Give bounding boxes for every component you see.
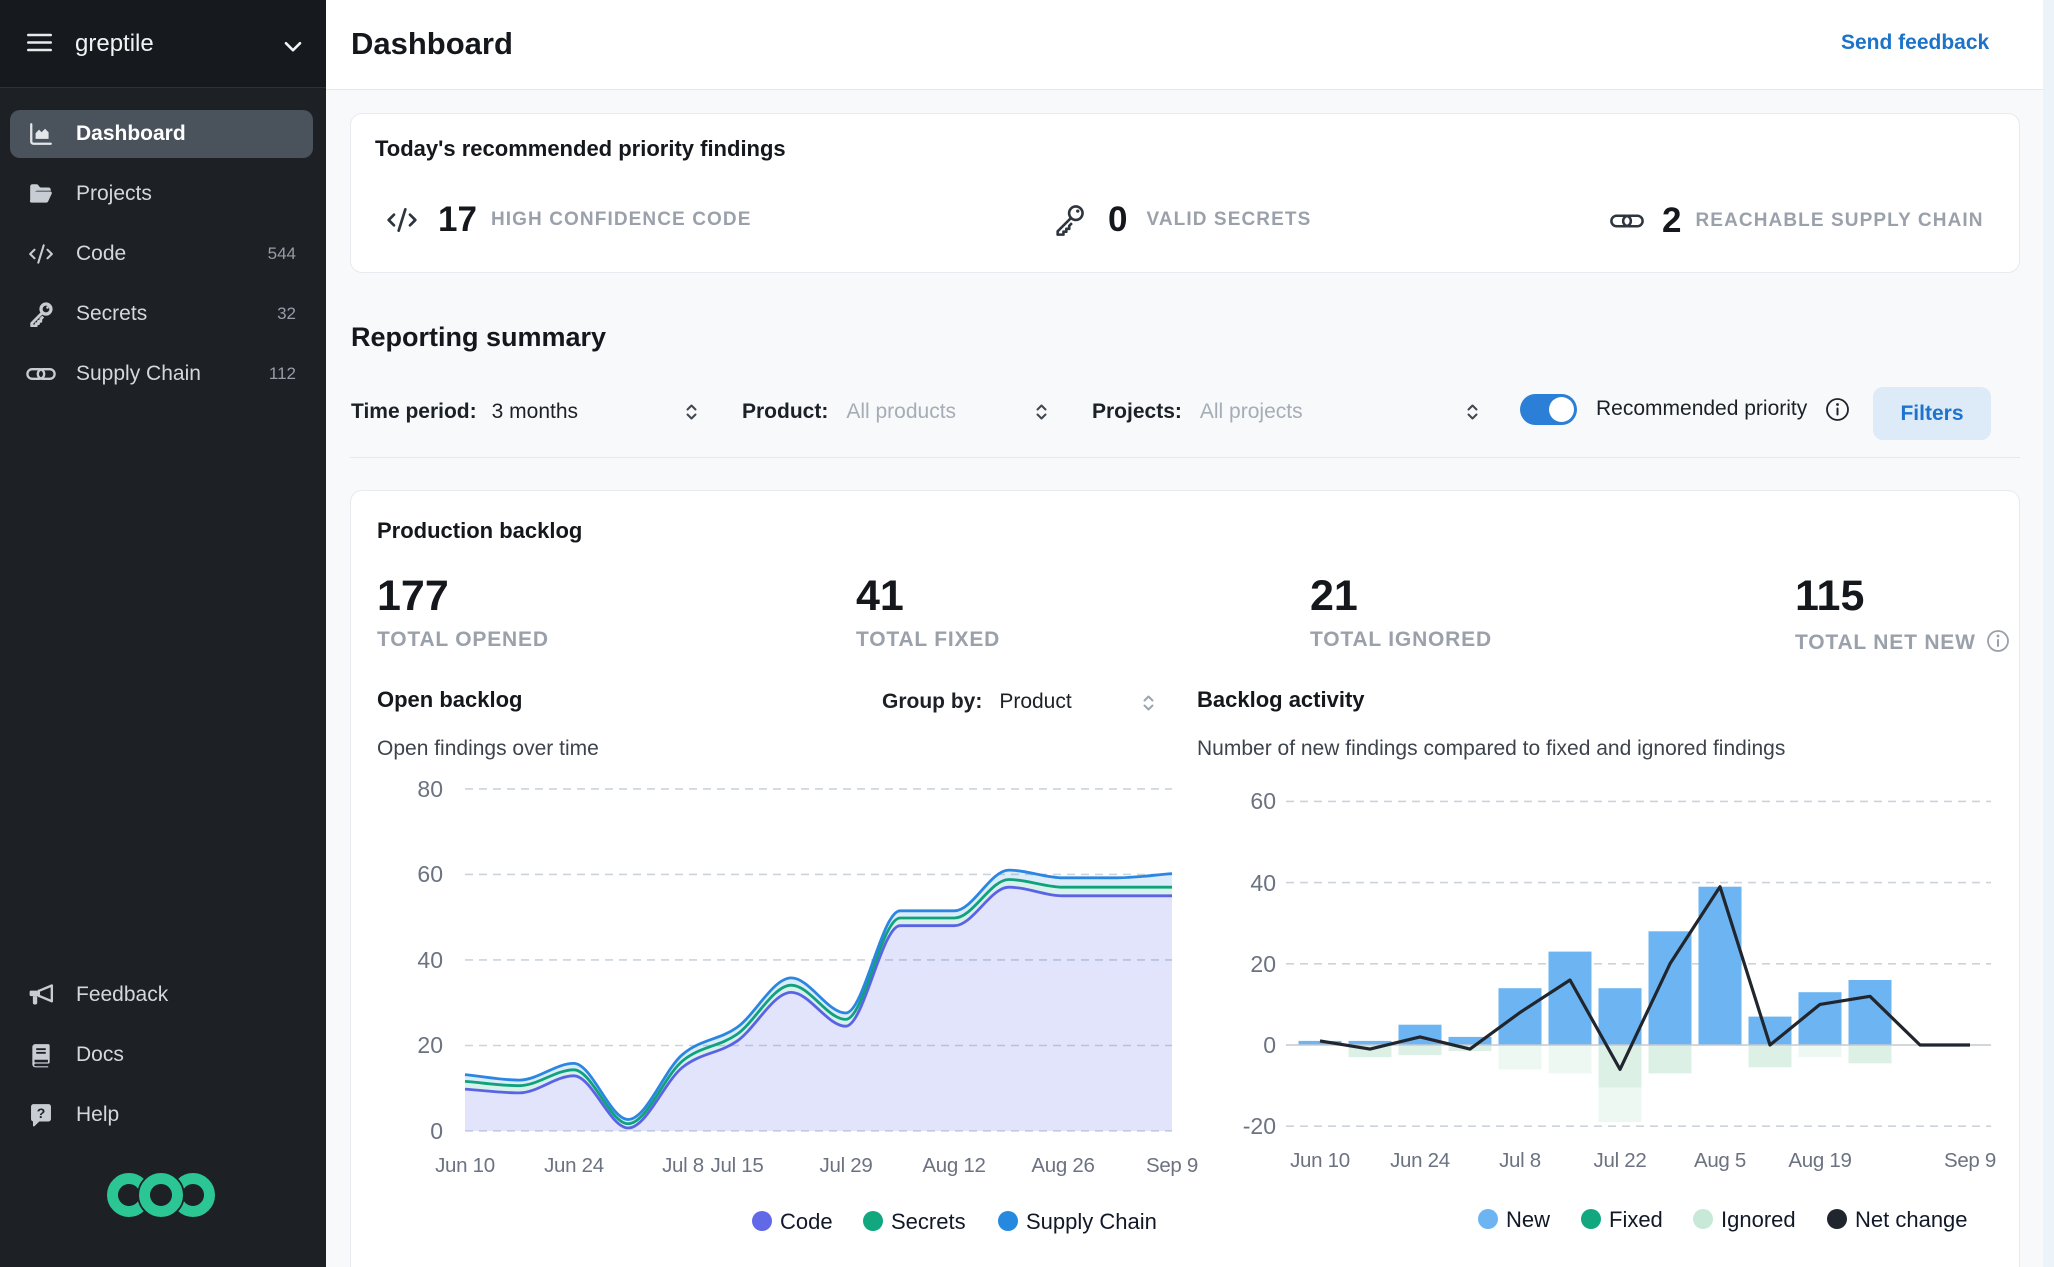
svg-text:20: 20: [417, 1032, 443, 1058]
svg-text:0: 0: [1263, 1032, 1276, 1058]
svg-text:-20: -20: [1243, 1113, 1276, 1139]
svg-text:Aug 5: Aug 5: [1694, 1149, 1746, 1172]
svg-text:40: 40: [417, 947, 443, 973]
svg-text:0: 0: [430, 1118, 443, 1144]
svg-text:Jun 10: Jun 10: [1290, 1149, 1350, 1172]
svg-text:40: 40: [1250, 870, 1276, 896]
svg-text:Jul 15: Jul 15: [711, 1154, 764, 1177]
svg-text:?: ?: [37, 1105, 46, 1121]
svg-text:60: 60: [417, 861, 443, 887]
svg-text:Aug 19: Aug 19: [1788, 1149, 1851, 1172]
svg-text:Fixed: Fixed: [1609, 1207, 1663, 1232]
svg-text:Jun 24: Jun 24: [544, 1154, 604, 1177]
svg-text:Aug 12: Aug 12: [922, 1154, 985, 1177]
svg-text:Jul 8: Jul 8: [662, 1154, 704, 1177]
svg-text:Jul 29: Jul 29: [820, 1154, 873, 1177]
svg-text:Ignored: Ignored: [1721, 1207, 1796, 1232]
svg-text:Code: Code: [780, 1209, 833, 1234]
svg-text:Supply Chain: Supply Chain: [1026, 1209, 1157, 1234]
svg-text:Jul 8: Jul 8: [1499, 1149, 1541, 1172]
svg-text:Sep 9: Sep 9: [1944, 1149, 1996, 1172]
svg-text:Jun 24: Jun 24: [1390, 1149, 1450, 1172]
svg-text:Sep 9: Sep 9: [1146, 1154, 1198, 1177]
svg-text:Net change: Net change: [1855, 1207, 1968, 1232]
svg-text:Jun 10: Jun 10: [435, 1154, 495, 1177]
svg-text:80: 80: [417, 776, 443, 802]
svg-text:New: New: [1506, 1207, 1550, 1232]
svg-text:60: 60: [1250, 788, 1276, 814]
svg-text:20: 20: [1250, 951, 1276, 977]
svg-text:Secrets: Secrets: [891, 1209, 966, 1234]
svg-text:Aug 26: Aug 26: [1031, 1154, 1094, 1177]
svg-text:Jul 22: Jul 22: [1594, 1149, 1647, 1172]
